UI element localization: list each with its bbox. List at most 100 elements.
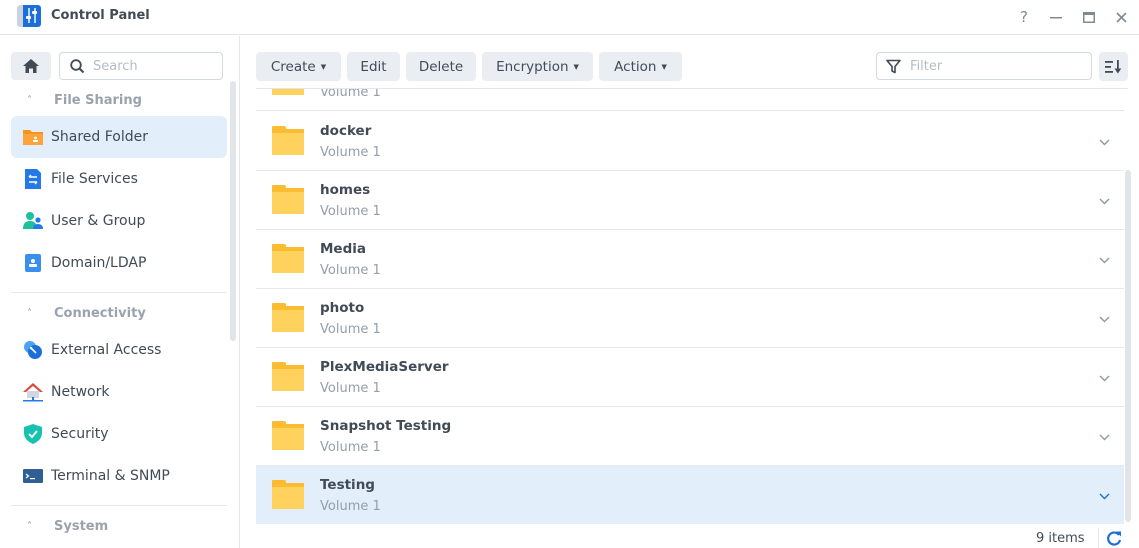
- main-panel: Create ▼ Edit Delete Encryption ▼ Action ▼ …: [241, 36, 1139, 548]
- create-button[interactable]: Create ▼: [256, 52, 341, 81]
- sidebar-divider: [11, 505, 227, 506]
- folder-location: Volume 1: [320, 440, 381, 455]
- encryption-button[interactable]: Encryption ▼: [482, 52, 593, 81]
- folder-location: Volume 1: [320, 88, 381, 100]
- expand-button[interactable]: [1096, 88, 1112, 89]
- sidebar-item-file-services[interactable]: File Services: [11, 158, 227, 200]
- sidebar-divider: [11, 292, 227, 293]
- sidebar-scrollbar[interactable]: [230, 81, 236, 341]
- folder-location: Volume 1: [320, 263, 381, 278]
- chevron-down-icon: [1099, 316, 1109, 322]
- folder-location: Volume 1: [320, 145, 381, 160]
- minimize-button[interactable]: [1045, 6, 1067, 28]
- chevron-down-icon: [1099, 257, 1109, 263]
- folder-name: Testing: [320, 477, 375, 493]
- maximize-icon: [1083, 11, 1095, 23]
- sidebar-item-external-access[interactable]: External Access: [11, 329, 227, 371]
- sidebar-item-network[interactable]: Network: [11, 371, 227, 413]
- chevron-down-icon: [1099, 493, 1109, 499]
- help-icon: ?: [1020, 8, 1028, 26]
- folder-name: homes: [320, 182, 371, 198]
- edit-button[interactable]: Edit: [347, 52, 400, 81]
- filter-icon: [886, 59, 901, 74]
- user-group-icon: [23, 211, 43, 231]
- folder-name: photo: [320, 300, 365, 316]
- expand-button[interactable]: [1096, 135, 1112, 149]
- sort-button[interactable]: [1099, 52, 1128, 81]
- caret-down-icon: ▼: [573, 62, 579, 71]
- window-title: Control Panel: [51, 8, 150, 23]
- expand-button[interactable]: [1096, 253, 1112, 267]
- filter-input[interactable]: [910, 57, 1080, 75]
- folder-location: Volume 1: [320, 499, 381, 514]
- sort-icon: [1105, 59, 1122, 73]
- footer-divider: [1098, 528, 1099, 548]
- folder-row[interactable]: homes Volume 1: [256, 171, 1124, 230]
- chevron-down-icon: [1099, 198, 1109, 204]
- expand-button[interactable]: [1096, 312, 1112, 326]
- delete-button[interactable]: Delete: [406, 52, 476, 81]
- network-icon: [23, 382, 43, 402]
- minimize-icon: [1050, 17, 1062, 19]
- folder-name: Media: [320, 241, 366, 257]
- terminal-icon: [23, 466, 43, 486]
- folder-location: Volume 1: [320, 204, 381, 219]
- home-icon: [23, 59, 39, 73]
- folder-icon: [272, 303, 304, 332]
- folder-name: PlexMediaServer: [320, 359, 449, 375]
- folder-location: Volume 1: [320, 322, 381, 337]
- chevron-down-icon: [1099, 375, 1109, 381]
- group-connectivity[interactable]: ˄ Connectivity: [27, 303, 146, 323]
- chevron-down-icon: [1099, 139, 1109, 145]
- shared-folder-list: Volume 1 docker Volume 1 homes Volume 1 Media…: [256, 88, 1128, 524]
- sidebar-item-security[interactable]: Security: [11, 413, 227, 455]
- folder-icon: [272, 185, 304, 214]
- folder-name: Snapshot Testing: [320, 418, 452, 434]
- caret-down-icon: ▼: [661, 62, 667, 71]
- expand-button[interactable]: [1096, 194, 1112, 208]
- maximize-button[interactable]: [1078, 6, 1100, 28]
- action-button[interactable]: Action ▼: [599, 52, 682, 81]
- control-panel-icon: [17, 5, 41, 27]
- refresh-icon[interactable]: [1106, 530, 1122, 546]
- sidebar-item-user-group[interactable]: User & Group: [11, 200, 227, 242]
- search-input[interactable]: [93, 57, 213, 75]
- home-button[interactable]: [11, 52, 51, 80]
- folder-icon: [272, 89, 304, 95]
- sidebar-search[interactable]: [59, 52, 223, 80]
- chevron-up-icon: ˄: [27, 520, 32, 532]
- close-icon: [1115, 11, 1127, 23]
- group-system[interactable]: ˄ System: [27, 516, 108, 536]
- sidebar-item-shared-folder[interactable]: Shared Folder: [11, 116, 227, 158]
- folder-icon: [272, 126, 304, 155]
- folder-row[interactable]: Testing Volume 1: [256, 466, 1124, 524]
- expand-button[interactable]: [1096, 430, 1112, 444]
- folder-icon: [272, 421, 304, 450]
- item-count: 9 items: [1036, 531, 1085, 546]
- shared-folder-icon: [23, 127, 43, 147]
- help-button[interactable]: ?: [1013, 6, 1035, 28]
- group-file-sharing[interactable]: ˄ File Sharing: [27, 90, 142, 110]
- folder-row[interactable]: docker Volume 1: [256, 112, 1124, 171]
- sidebar-item-terminal-snmp[interactable]: Terminal & SNMP: [11, 455, 227, 497]
- external-access-icon: [23, 340, 43, 360]
- folder-row[interactable]: Snapshot Testing Volume 1: [256, 407, 1124, 466]
- title-bar: Control Panel ?: [0, 0, 1139, 35]
- expand-button[interactable]: [1096, 489, 1112, 503]
- folder-row[interactable]: photo Volume 1: [256, 289, 1124, 348]
- close-button[interactable]: [1110, 6, 1132, 28]
- folder-location: Volume 1: [320, 381, 381, 396]
- folder-row[interactable]: Volume 1: [256, 88, 1124, 111]
- sidebar: ˄File Sharing Shared Folder File Service…: [0, 36, 240, 548]
- list-scrollbar[interactable]: [1125, 170, 1131, 522]
- chevron-up-icon: ˄: [27, 307, 32, 319]
- filter-box[interactable]: [876, 52, 1092, 80]
- folder-icon: [272, 480, 304, 509]
- folder-row[interactable]: PlexMediaServer Volume 1: [256, 348, 1124, 407]
- sidebar-item-domain-ldap[interactable]: Domain/LDAP: [11, 242, 227, 284]
- expand-button[interactable]: [1096, 371, 1112, 385]
- caret-down-icon: ▼: [320, 62, 327, 71]
- folder-row[interactable]: Media Volume 1: [256, 230, 1124, 289]
- chevron-up-icon: ˄: [27, 94, 32, 106]
- domain-ldap-icon: [23, 253, 43, 273]
